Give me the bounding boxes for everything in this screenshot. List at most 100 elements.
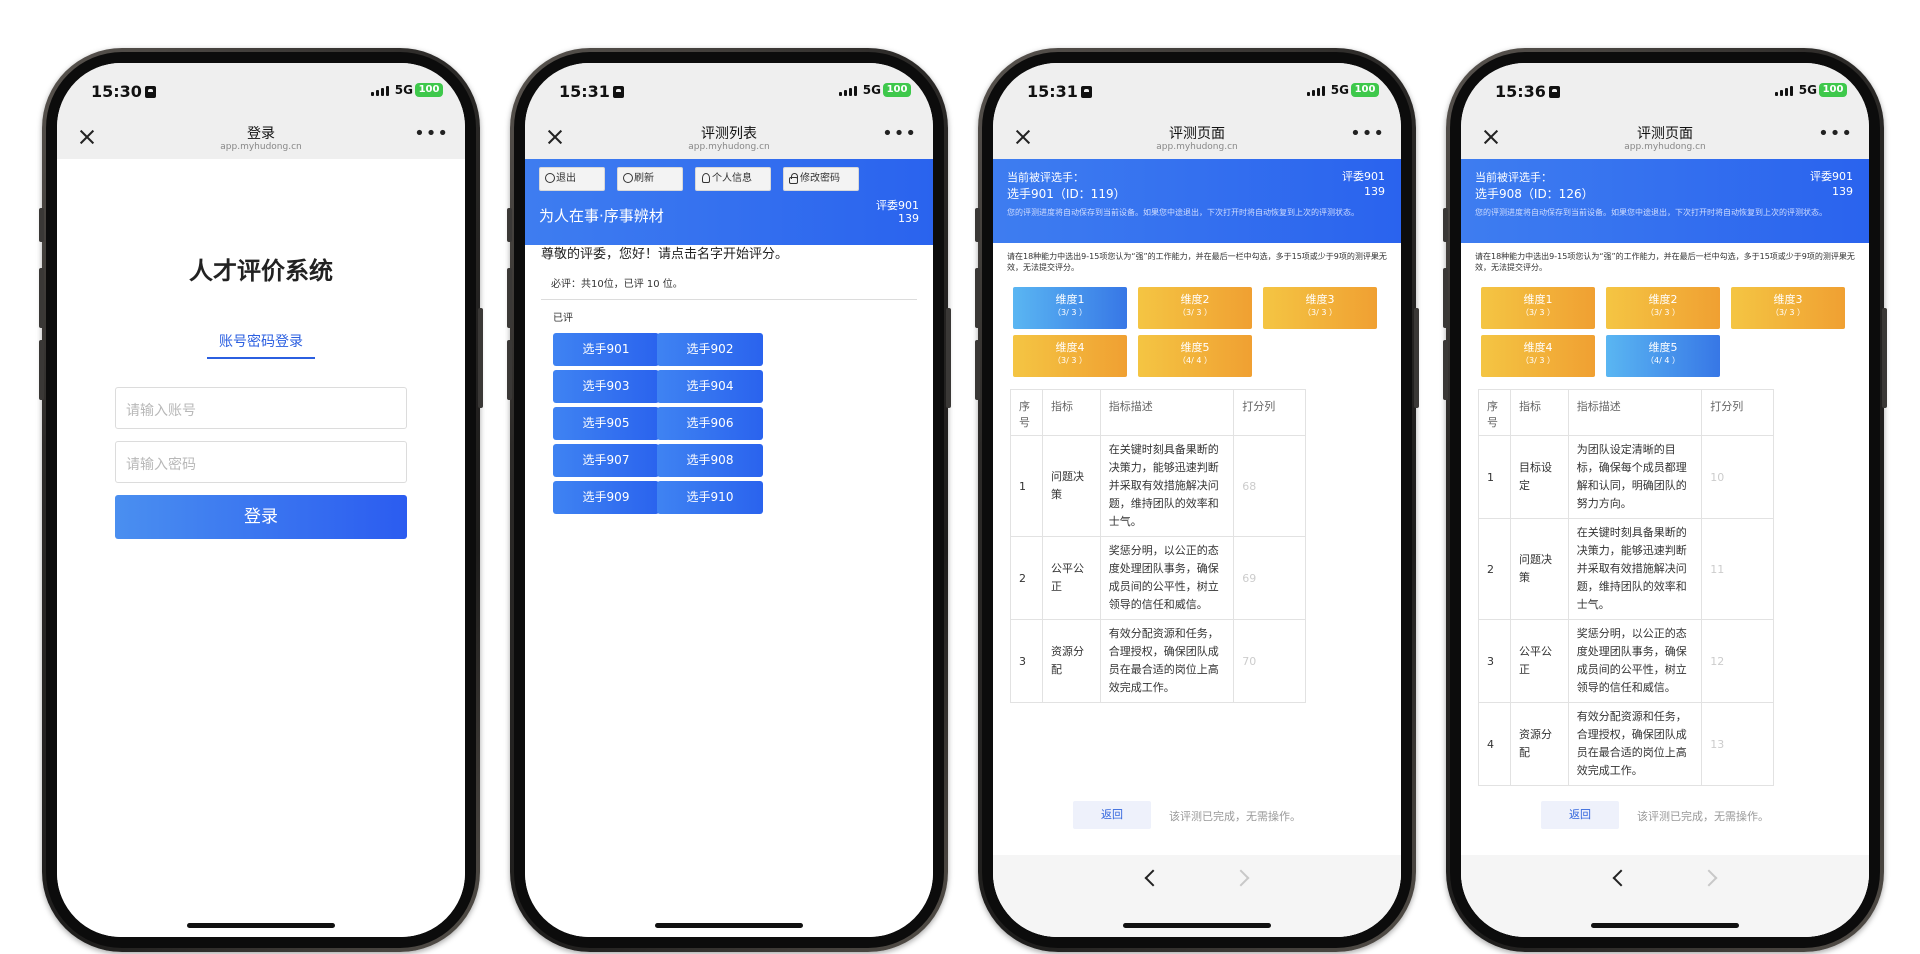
back-button[interactable]: 返回 (1073, 801, 1151, 829)
dimension-tab[interactable]: 维度5 （4/ 4 ） (1138, 335, 1252, 377)
candidate-button[interactable]: 选手904 (657, 370, 763, 403)
silent-switch (39, 208, 44, 242)
power-button (1414, 308, 1419, 408)
candidate-button[interactable]: 选手906 (657, 407, 763, 440)
dimension-tab[interactable]: 维度3 （3/ 3 ） (1263, 287, 1377, 329)
table-row: 1 目标设定 为团队设定清晰的目标，确保每个成员都理解和认同，明确团队的努力方向… (1478, 435, 1774, 519)
dimension-tab[interactable]: 维度1 （3/ 3 ） (1481, 287, 1595, 329)
eval-content: 当前被评选手： 选手908（ID：126） 评委901 139 您的评测进度将自动… (1461, 159, 1869, 937)
profile-button[interactable]: 个人信息 (695, 167, 771, 191)
home-indicator (187, 923, 335, 928)
row-indicator: 问题决策 (1509, 518, 1569, 620)
status-bar: 15:36 5G 100 (1461, 63, 1869, 119)
back-arrow-icon[interactable] (1612, 869, 1630, 887)
row-score[interactable]: 11 (1701, 518, 1774, 620)
dimension-tab[interactable]: 维度5 （4/ 4 ） (1606, 335, 1720, 377)
dimension-tab[interactable]: 维度2 （3/ 3 ） (1138, 287, 1252, 329)
back-arrow-icon[interactable] (1144, 869, 1162, 887)
row-indicator: 资源分配 (1041, 619, 1101, 703)
status-bar: 15:31 5G 100 (525, 63, 933, 119)
status-time: 15:36 (1495, 82, 1560, 101)
more-icon[interactable]: ••• (1350, 125, 1385, 143)
volume-up-button (975, 268, 980, 328)
logout-label: 退出 (556, 173, 576, 184)
candidate-button[interactable]: 选手903 (553, 370, 659, 403)
forward-arrow-icon[interactable] (1232, 869, 1250, 887)
nav-title: 登录 (247, 126, 275, 142)
home-indicator (1591, 923, 1739, 928)
required-count: 必评：共10位，已评 10 位。 (551, 279, 683, 290)
row-no: 1 (1010, 435, 1043, 537)
nav-title: 评测页面 (1637, 126, 1693, 142)
nav-url: app.myhudong.cn (1624, 142, 1706, 152)
volume-up-button (39, 268, 44, 328)
candidate-button[interactable]: 选手908 (657, 444, 763, 477)
header-title: 为人在事·序事辨材 (539, 207, 664, 225)
dimension-name: 维度1 (1523, 293, 1553, 306)
refresh-button[interactable]: 刷新 (617, 167, 683, 191)
row-score[interactable]: 13 (1701, 702, 1774, 786)
refresh-icon (623, 173, 633, 183)
done-label: 已评 (553, 313, 573, 324)
sim-card-icon (1548, 86, 1560, 98)
nav-title: 评测列表 (701, 126, 757, 142)
row-score[interactable]: 69 (1233, 536, 1306, 620)
dimension-tab[interactable]: 维度1 （3/ 3 ） (1013, 287, 1127, 329)
table-row: 3 公平公正 奖惩分明，以公正的态度处理团队事务，确保成员间的公平性，树立领导的… (1478, 619, 1774, 703)
row-score[interactable]: 10 (1701, 435, 1774, 519)
candidate-button[interactable]: 选手910 (657, 481, 763, 514)
row-indicator: 目标设定 (1509, 435, 1569, 519)
account-input[interactable]: 请输入账号 (115, 387, 407, 429)
login-content: 人才评价系统 账号密码登录 请输入账号 请输入密码 登录 (57, 159, 465, 937)
candidate-button[interactable]: 选手901 (553, 333, 659, 366)
password-input[interactable]: 请输入密码 (115, 441, 407, 483)
more-icon[interactable]: ••• (414, 125, 449, 143)
dimension-tab[interactable]: 维度4 （3/ 3 ） (1013, 335, 1127, 377)
table-header-row: 序号 指标 指标描述 打分列 (1478, 389, 1774, 436)
dimension-tab[interactable]: 维度2 （3/ 3 ） (1606, 287, 1720, 329)
row-score[interactable]: 70 (1233, 619, 1306, 703)
dimension-progress: （3/ 3 ） (1521, 356, 1555, 365)
refresh-label: 刷新 (634, 173, 654, 184)
login-button[interactable]: 登录 (115, 495, 407, 539)
screen: 15:31 5G 100 评测列表 app.myhudong.cn ••• 退出… (525, 63, 933, 937)
lock-icon (789, 173, 798, 184)
candidate-button[interactable]: 选手909 (553, 481, 659, 514)
network-label: 5G (394, 83, 413, 97)
dimension-name: 维度4 (1055, 341, 1085, 354)
more-icon[interactable]: ••• (1818, 125, 1853, 143)
silent-switch (1443, 208, 1448, 242)
row-score[interactable]: 12 (1701, 619, 1774, 703)
row-description: 为团队设定清晰的目标，确保每个成员都理解和认同，明确团队的努力方向。 (1567, 435, 1703, 519)
nav-bar: 评测列表 app.myhudong.cn ••• (525, 119, 933, 159)
row-no: 4 (1478, 702, 1511, 786)
dimension-tab[interactable]: 维度4 （3/ 3 ） (1481, 335, 1595, 377)
back-button[interactable]: 返回 (1541, 801, 1619, 829)
tab-account-login[interactable]: 账号密码登录 (57, 331, 465, 351)
signal-icon (1775, 85, 1797, 96)
more-icon[interactable]: ••• (882, 125, 917, 143)
logout-icon (545, 173, 555, 183)
logout-button[interactable]: 退出 (539, 167, 605, 191)
change-password-button[interactable]: 修改密码 (783, 167, 859, 191)
dimension-name: 维度2 (1180, 293, 1210, 306)
battery-icon: 100 (883, 83, 911, 97)
sim-card-icon (1080, 86, 1092, 98)
forward-arrow-icon[interactable] (1700, 869, 1718, 887)
dimension-tab[interactable]: 维度3 （3/ 3 ） (1731, 287, 1845, 329)
home-indicator (655, 923, 803, 928)
candidate-button[interactable]: 选手902 (657, 333, 763, 366)
candidate-button[interactable]: 选手907 (553, 444, 659, 477)
table-header-row: 序号 指标 指标描述 打分列 (1010, 389, 1306, 436)
current-candidate: 选手901（ID：119） (1007, 187, 1126, 201)
row-score[interactable]: 68 (1233, 435, 1306, 537)
header-score: 打分列 (1233, 389, 1306, 436)
nav-bar: 登录 app.myhudong.cn ••• (57, 119, 465, 159)
eval-header: 当前被评选手： 选手901（ID：119） 评委901 139 您的评测进度将自动… (993, 159, 1401, 243)
volume-down-button (1443, 340, 1448, 400)
candidate-button[interactable]: 选手905 (553, 407, 659, 440)
indicator-table: 序号 指标 指标描述 打分列 1 问题决策 在关键时刻具备果断的决策力，能够迅速… (1010, 389, 1306, 703)
dimension-progress: （3/ 3 ） (1771, 308, 1805, 317)
autosave-note: 您的评测进度将自动保存到当前设备。如果您中途退出，下次打开时将自动恢复到上次的评… (1475, 208, 1827, 217)
power-button (946, 308, 951, 408)
